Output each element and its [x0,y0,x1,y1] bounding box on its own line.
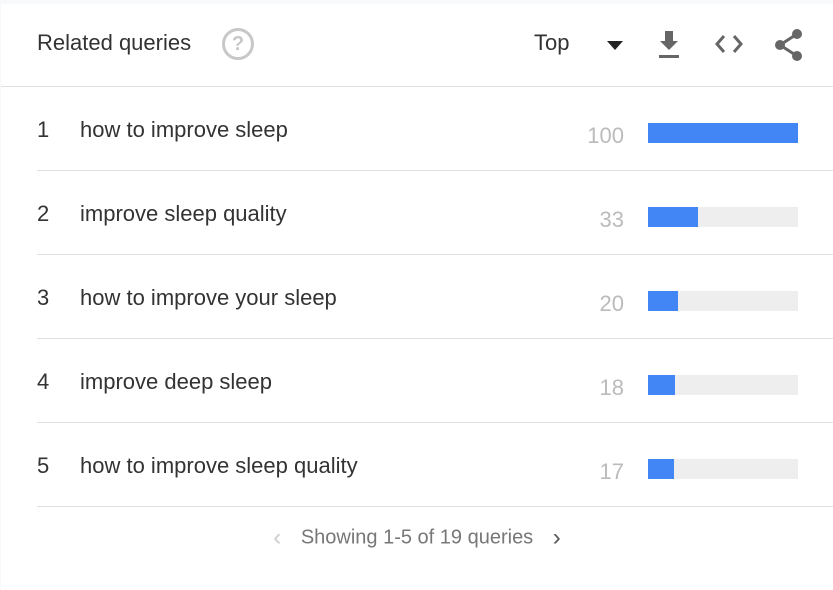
pagination: ‹ Showing 1-5 of 19 queries › [1,524,833,552]
value-bar-track [648,375,798,395]
share-icon[interactable] [773,28,805,62]
value-bar-track [648,459,798,479]
rank: 4 [37,369,50,394]
query-value: 17 [599,459,624,484]
value-bar-track [648,291,798,311]
prev-page-button[interactable]: ‹ [273,524,281,552]
query-text[interactable]: improve sleep quality [80,201,287,227]
next-page-button[interactable]: › [553,524,561,552]
value-bar-fill [648,459,674,479]
rank: 3 [37,285,50,310]
query-text[interactable]: improve deep sleep [80,369,272,395]
type-selector[interactable]: Top [534,30,569,56]
rank: 1 [37,117,50,142]
query-value: 100 [587,123,624,148]
value-bar-fill [648,207,698,227]
embed-code-icon[interactable] [713,28,745,60]
related-queries-card: Related queries ? Top 1 how to improve s… [1,4,833,590]
card-header: Related queries ? Top [1,4,833,87]
query-value: 18 [599,375,624,400]
pagination-status: Showing 1-5 of 19 queries [300,526,534,549]
card-title: Related queries [37,30,192,55]
help-icon[interactable]: ? [222,28,254,60]
rank: 5 [37,453,50,478]
query-row[interactable]: 5 how to improve sleep quality 17 [37,423,833,507]
query-text[interactable]: how to improve sleep quality [80,453,358,479]
query-value: 33 [599,207,624,232]
value-bar-track [648,123,798,143]
query-text[interactable]: how to improve your sleep [80,285,337,311]
query-row[interactable]: 2 improve sleep quality 33 [37,171,833,255]
value-bar-fill [648,375,675,395]
query-row[interactable]: 3 how to improve your sleep 20 [37,255,833,339]
query-text[interactable]: how to improve sleep [80,117,288,143]
value-bar-fill [648,123,798,143]
dropdown-caret-icon[interactable] [607,41,623,50]
query-row[interactable]: 4 improve deep sleep 18 [37,339,833,423]
value-bar-track [648,207,798,227]
query-row[interactable]: 1 how to improve sleep 100 [37,87,833,171]
rank: 2 [37,201,50,226]
query-value: 20 [599,291,624,316]
download-icon[interactable] [657,28,681,60]
value-bar-fill [648,291,678,311]
